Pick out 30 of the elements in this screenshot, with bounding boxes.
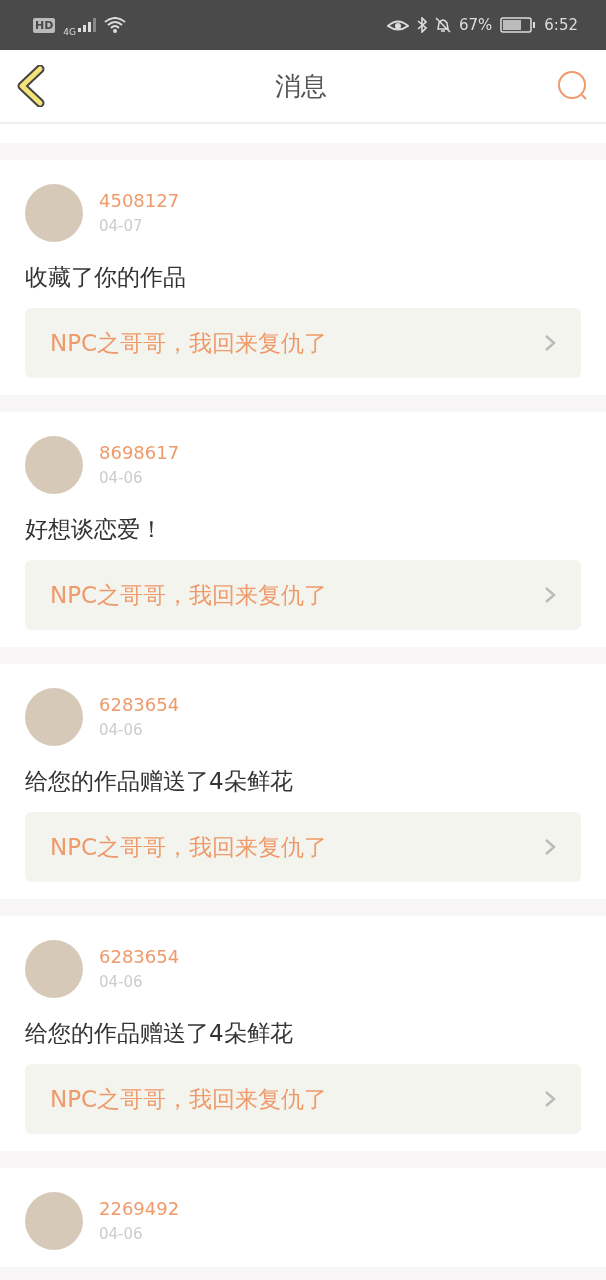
message-text: 收藏了你的作品: [25, 264, 187, 291]
chevron-left-icon: [16, 65, 46, 107]
work-link[interactable]: NPC之哥哥，我回来复仇了: [25, 1064, 581, 1134]
battery-percent: 67%: [458, 16, 493, 34]
chevron-right-icon: [543, 837, 557, 857]
user-id[interactable]: 8698617: [99, 442, 180, 463]
bell-muted-icon: [434, 17, 451, 33]
work-link[interactable]: NPC之哥哥，我回来复仇了: [25, 560, 581, 630]
chevron-right-icon: [543, 585, 557, 605]
message-text: 好想谈恋爱！: [25, 516, 164, 543]
user-id[interactable]: 4508127: [99, 190, 180, 211]
work-link[interactable]: NPC之哥哥，我回来复仇了: [25, 812, 581, 882]
chevron-right-icon: [543, 333, 557, 353]
page-title: 消息: [275, 69, 327, 103]
bluetooth-icon: [416, 17, 427, 33]
user-id[interactable]: 6283654: [99, 946, 180, 967]
user-id[interactable]: 6283654: [99, 694, 180, 715]
user-id[interactable]: 2269492: [99, 1198, 180, 1219]
message-text: 给您的作品赠送了4朵鲜花: [25, 768, 294, 795]
clock-time: 6:52: [544, 16, 578, 34]
message-text: 给您的作品赠送了4朵鲜花: [25, 1020, 294, 1047]
signal-icon: [78, 18, 97, 32]
chevron-right-icon: [543, 1089, 557, 1109]
network-type: 4G: [63, 27, 77, 37]
battery-icon: [500, 17, 537, 33]
work-link[interactable]: NPC之哥哥，我回来复仇了: [25, 308, 581, 378]
back-button[interactable]: [16, 65, 46, 107]
hd-badge: HD: [33, 17, 56, 33]
eye-icon: [386, 18, 409, 32]
wifi-icon: [104, 17, 127, 33]
